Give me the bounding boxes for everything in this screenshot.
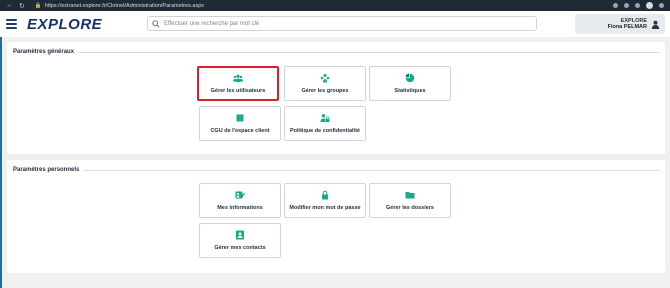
edit-card-icon: [235, 191, 245, 199]
tile-label: Statistiques: [394, 88, 426, 94]
hamburger-menu-icon[interactable]: [6, 19, 17, 29]
tile-label: Gérer les utilisateurs: [210, 88, 266, 94]
browser-nav: ← ↻: [6, 2, 25, 10]
favorite-icon[interactable]: [624, 3, 629, 8]
tile-label: Politique de confidentialité: [290, 128, 360, 134]
manage-users-tile[interactable]: Gérer les utilisateurs: [197, 66, 279, 101]
change-password-tile[interactable]: Modifier mon mot de passe: [284, 183, 366, 218]
groups-icon: [320, 74, 330, 83]
address-bar-url: https://extranet.explore.fr/Clotnet/Admi…: [44, 2, 205, 9]
tile-label: Modifier mon mot de passe: [289, 205, 361, 211]
lock-icon: [322, 190, 328, 200]
manage-folders-tile[interactable]: Gérer les dossiers: [369, 183, 451, 218]
folder-icon: [405, 192, 415, 199]
user-icon: [651, 20, 660, 29]
manage-groups-tile[interactable]: Gérer les groupes: [284, 66, 366, 101]
tile-label: CGU de l'espace client: [210, 128, 270, 134]
privacy-policy-tile[interactable]: Politique de confidentialité: [284, 106, 366, 141]
app-header: EXPLORE Effectuer une recherche par mot …: [0, 11, 670, 37]
divider: [13, 170, 659, 171]
profile-icon[interactable]: [646, 2, 653, 9]
collections-icon[interactable]: [635, 3, 640, 8]
search-input[interactable]: Effectuer une recherche par mot clé: [147, 16, 537, 31]
search-icon: [152, 19, 160, 28]
extension-icon[interactable]: [613, 3, 618, 8]
search-placeholder: Effectuer une recherche par mot clé: [164, 20, 260, 27]
window-edge: [0, 11, 2, 288]
section-title: Paramètres généraux: [13, 49, 79, 55]
users-icon: [233, 74, 243, 82]
back-icon[interactable]: ←: [6, 2, 13, 10]
user-lock-icon: [320, 114, 330, 122]
divider: [13, 52, 659, 53]
pie-chart-icon: [405, 73, 415, 83]
lock-small-icon: 🔒: [34, 2, 42, 9]
tile-label: Gérer les groupes: [301, 88, 349, 94]
browser-actions: [613, 2, 664, 9]
terms-of-use-tile[interactable]: CGU de l'espace client: [199, 106, 281, 141]
user-name: Fiona PELMAR: [607, 24, 647, 30]
tile-label: Mes informations: [217, 205, 263, 211]
browser-toolbar: ← ↻ 🔒 https://extranet.explore.fr/Clotne…: [0, 0, 670, 11]
tile-label: Gérer les dossiers: [385, 205, 434, 211]
personal-settings-panel: Paramètres personnels Mes informations M…: [7, 160, 665, 273]
menu-dots-icon[interactable]: [659, 3, 664, 8]
manage-contacts-tile[interactable]: Gérer mes contacts: [199, 223, 281, 258]
address-bar[interactable]: 🔒 https://extranet.explore.fr/Clotnet/Ad…: [35, 3, 204, 9]
user-menu[interactable]: EXPLORE Fiona PELMAR: [575, 14, 665, 34]
my-information-tile[interactable]: Mes informations: [199, 183, 281, 218]
logo[interactable]: EXPLORE: [27, 16, 102, 33]
section-title: Paramètres personnels: [13, 167, 84, 173]
statistics-tile[interactable]: Statistiques: [369, 66, 451, 101]
book-icon: [236, 114, 244, 122]
contacts-icon: [236, 230, 244, 240]
general-settings-panel: Paramètres généraux Gérer les utilisateu…: [7, 42, 665, 154]
refresh-icon[interactable]: ↻: [19, 2, 25, 10]
tile-label: Gérer mes contacts: [214, 245, 266, 251]
